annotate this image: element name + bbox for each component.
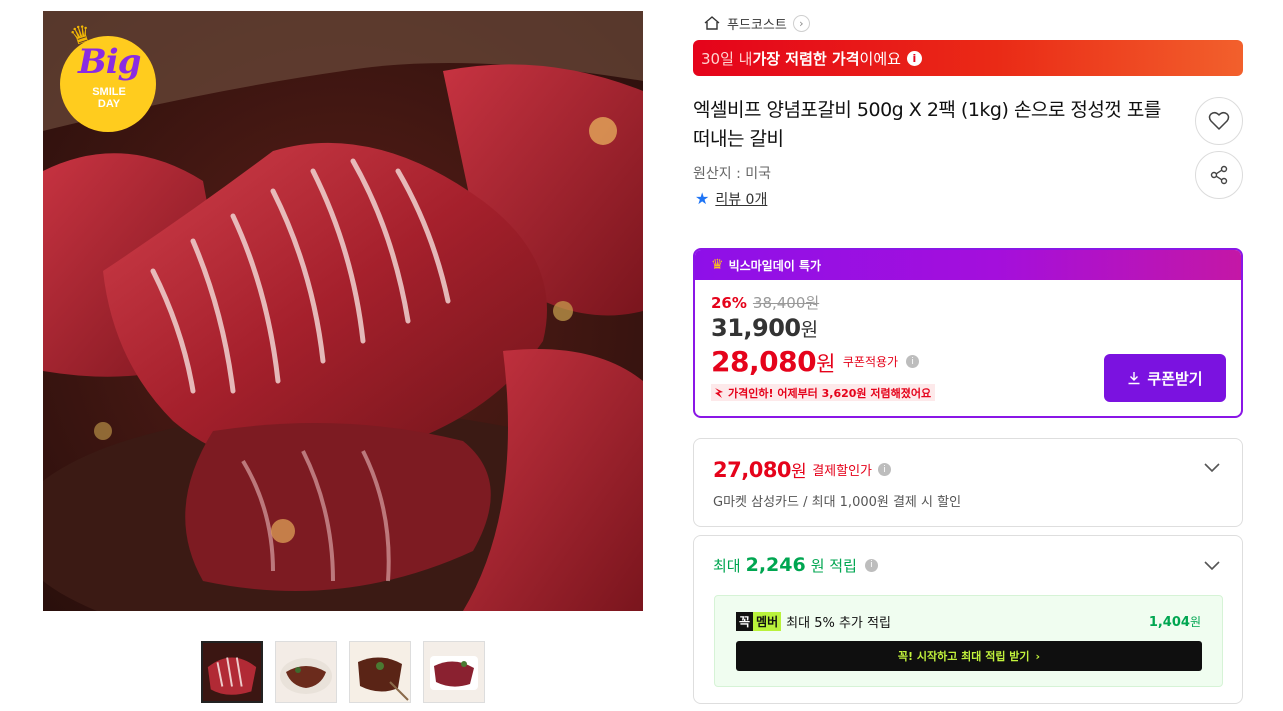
special-price-box: ♛ 빅스마일데이 특가 26% 38,400원 31,900원 28,080원 … (693, 248, 1243, 418)
sale-price-unit: 원 (800, 319, 818, 341)
share-button[interactable] (1195, 151, 1243, 199)
share-icon (1210, 165, 1228, 185)
membership-logo: 꼭 멤버 (736, 612, 782, 631)
thumbnail-2-image (276, 642, 336, 702)
review-link[interactable]: ★ 리뷰 0개 (695, 189, 767, 209)
price-drop-text: 가격인하! 어제부터 3,620원 저렴해졌어요 (728, 386, 932, 400)
payment-price-amount: 27,080원 (713, 457, 807, 482)
membership-start-button[interactable]: 꼭! 시작하고 최대 적립 받기 › (736, 641, 1202, 671)
membership-points: 1,404원 (1149, 613, 1201, 630)
thumbnail-strip (201, 641, 485, 703)
membership-row: 꼭 멤버 최대 5% 추가 적립 (736, 612, 891, 631)
info-icon[interactable]: i (878, 463, 891, 476)
payment-price-row: 27,080원 결제할인가 i (713, 457, 891, 482)
thumbnail-4-image (424, 642, 484, 702)
special-header-label: 빅스마일데이 특가 (728, 258, 822, 273)
get-coupon-button[interactable]: 쿠폰받기 (1104, 354, 1226, 402)
membership-start-label: 꼭! 시작하고 최대 적립 받기 (897, 650, 1030, 663)
coupon-price: 28,080원 쿠폰적용가 i (711, 345, 920, 378)
product-info-panel: 푸드코스트 › 30일 내 가장 저렴한 가격 이에요 i 엑셀비프 양념포갈비… (693, 0, 1243, 711)
store-link[interactable]: 푸드코스트 › (703, 13, 810, 33)
points-box: 최대 2,246 원 적립 i 꼭 멤버 최대 5% 추가 적립 1,404원 꼭… (693, 535, 1243, 704)
product-title: 엑셀비프 양념포갈비 500g X 2팩 (1kg) 손으로 정성껏 포를 떠내… (693, 99, 1161, 150)
coupon-price-amount: 28,080원 (711, 345, 835, 378)
payment-description: G마켓 삼성카드 / 최대 1,000원 결제 시 할인 (713, 495, 962, 510)
badge-line-2: DAY (97, 98, 121, 110)
sale-price: 31,900원 (711, 314, 818, 342)
badge-big-text: Big (78, 42, 141, 82)
sale-price-value: 31,900 (711, 314, 801, 342)
membership-points-unit: 원 (1189, 615, 1201, 629)
payment-price-value: 27,080 (713, 458, 792, 482)
points-prefix: 최대 (713, 556, 741, 575)
download-icon (1128, 372, 1140, 385)
points-suffix: 원 적립 (810, 556, 857, 575)
big-smile-day-badge: ♛ Big SMILE DAY (60, 18, 160, 132)
membership-box: 꼭 멤버 최대 5% 추가 적립 1,404원 꼭! 시작하고 최대 적립 받기 … (714, 595, 1223, 687)
info-icon[interactable]: i (906, 355, 920, 368)
lowest-banner-highlight: 가장 저렴한 가격 (752, 49, 860, 68)
payment-price-tag: 결제할인가 (812, 464, 872, 479)
special-price-header: ♛ 빅스마일데이 특가 (695, 250, 1241, 280)
thumbnail-2[interactable] (275, 641, 337, 703)
coupon-price-tag: 쿠폰적용가 (842, 355, 899, 369)
membership-logo-part-b: 멤버 (753, 612, 782, 631)
membership-points-value: 1,404 (1148, 615, 1190, 630)
chevron-down-icon[interactable] (1204, 561, 1220, 571)
price-drop-notice: 가격인하! 어제부터 3,620원 저렴해졌어요 (711, 384, 936, 401)
origin-label: 원산지 : 미국 (693, 166, 772, 182)
info-icon[interactable]: i (864, 558, 878, 572)
lowest-banner-suffix: 이에요 (859, 49, 901, 68)
thumbnail-1-image (203, 643, 261, 701)
thumbnail-4[interactable] (423, 641, 485, 703)
thumbnail-1[interactable] (201, 641, 263, 703)
badge-line-1: SMILE (92, 86, 126, 98)
store-name: 푸드코스트 (727, 17, 787, 33)
main-product-image[interactable]: ♛ Big SMILE DAY (43, 11, 643, 611)
star-icon: ★ (695, 189, 710, 208)
heart-icon (1208, 111, 1230, 130)
wishlist-button[interactable] (1195, 97, 1243, 145)
payment-discount-box[interactable]: 27,080원 결제할인가 i G마켓 삼성카드 / 최대 1,000원 결제 … (693, 438, 1243, 527)
chevron-right-icon: › (792, 14, 810, 32)
coupon-price-unit: 원 (816, 352, 835, 376)
lowest-banner-prefix: 30일 내 (701, 49, 753, 68)
chevron-down-icon[interactable] (1204, 463, 1220, 473)
down-arrow-icon (715, 387, 723, 398)
info-icon[interactable]: i (906, 50, 922, 66)
thumbnail-3-image (350, 642, 410, 702)
discount-row: 26% 38,400원 (711, 292, 819, 313)
membership-logo-part-a: 꼭 (736, 612, 754, 631)
home-icon (704, 16, 720, 30)
badge-smile-day-text: SMILE DAY (74, 86, 144, 110)
get-coupon-label: 쿠폰받기 (1147, 369, 1203, 388)
coupon-price-value: 28,080 (711, 345, 817, 378)
membership-text: 최대 5% 추가 적립 (786, 616, 891, 631)
discount-rate: 26% (711, 294, 747, 312)
chevron-right-icon: › (1035, 649, 1041, 663)
original-price: 38,400원 (752, 294, 820, 312)
points-header: 최대 2,246 원 적립 i (713, 554, 878, 576)
points-amount: 2,246 (745, 554, 806, 576)
lowest-price-banner: 30일 내 가장 저렴한 가격 이에요 i (693, 40, 1243, 76)
thumbnail-3[interactable] (349, 641, 411, 703)
review-count: 리뷰 0개 (715, 192, 768, 208)
payment-price-unit: 원 (791, 462, 807, 482)
crown-icon: ♛ (711, 257, 724, 273)
